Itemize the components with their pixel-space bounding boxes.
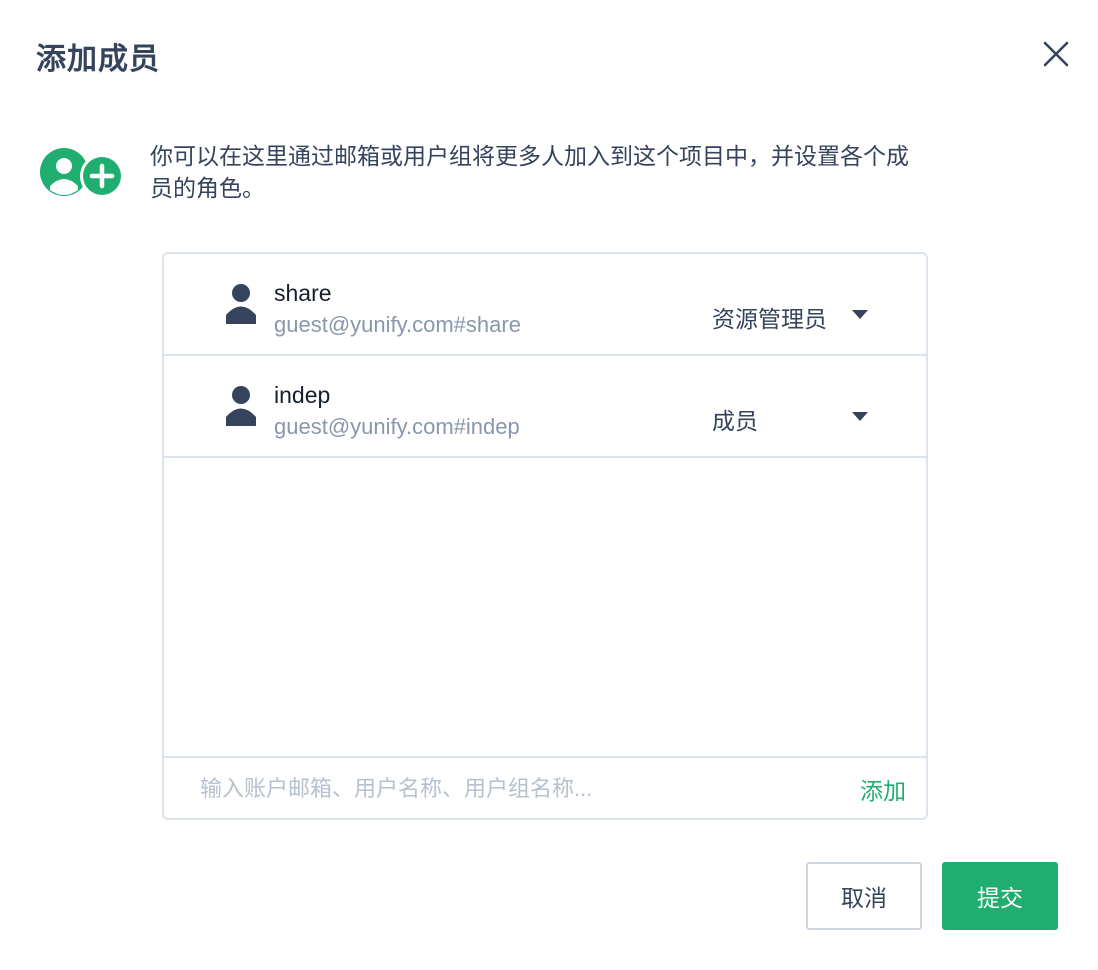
member-row: share guest@yunify.com#share 资源管理员 xyxy=(164,254,926,356)
member-row: indep guest@yunify.com#indep 成员 xyxy=(164,356,926,458)
role-select[interactable]: 资源管理员 xyxy=(712,300,827,334)
member-search-input[interactable] xyxy=(198,768,822,810)
member-email: guest@yunify.com#indep xyxy=(274,414,520,439)
caret-down-icon[interactable] xyxy=(852,412,868,421)
caret-down-icon[interactable] xyxy=(852,310,868,319)
role-select[interactable]: 成员 xyxy=(712,402,758,436)
add-member-link[interactable]: 添加 xyxy=(860,772,906,806)
member-name: share xyxy=(274,280,332,306)
intro-text: 你可以在这里通过邮箱或用户组将更多人加入到这个项目中，并设置各个成员的角色。 xyxy=(150,143,909,201)
user-icon xyxy=(226,386,256,426)
submit-button[interactable]: 提交 xyxy=(942,862,1058,930)
member-name: indep xyxy=(274,382,331,408)
close-icon[interactable] xyxy=(1038,36,1074,72)
member-list-panel: share guest@yunify.com#share 资源管理员 indep… xyxy=(162,252,928,820)
dialog-title: 添加成员 xyxy=(36,43,160,76)
add-user-icon xyxy=(40,148,124,198)
add-member-dialog: 添加成员 你可以在这里通过邮箱或用户组将更多人加入到这个项目中，并设置各个成员的… xyxy=(0,0,1098,970)
user-icon xyxy=(226,284,256,324)
member-email: guest@yunify.com#share xyxy=(274,312,521,337)
cancel-button[interactable]: 取消 xyxy=(806,862,922,930)
add-member-bar: 添加 xyxy=(164,756,926,818)
